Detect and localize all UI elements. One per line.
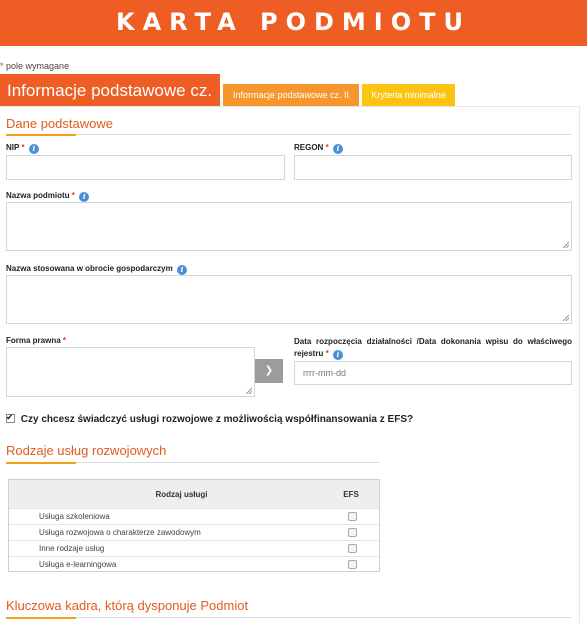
regon-label: REGON * i bbox=[294, 143, 343, 154]
regon-label-text: REGON bbox=[294, 143, 324, 152]
regon-input[interactable] bbox=[294, 155, 572, 180]
required-note-text: pole wymagane bbox=[6, 61, 70, 71]
info-icon[interactable]: i bbox=[332, 350, 343, 360]
info-icon[interactable]: i bbox=[28, 144, 39, 154]
trade-name-textarea[interactable] bbox=[6, 275, 572, 324]
section-title-staff: Kluczowa kadra, którą dysponuje Podmiot bbox=[6, 598, 249, 613]
section-title-basic: Dane podstawowe bbox=[6, 116, 113, 131]
table-row: Inne rodzaje usług bbox=[9, 540, 379, 556]
name-label-text: Nazwa podmiotu bbox=[6, 191, 70, 200]
section-title-services: Rodzaje usług rozwojowych bbox=[6, 443, 167, 458]
column-header-efs: EFS bbox=[343, 490, 359, 499]
section-divider bbox=[6, 134, 572, 136]
trade-name-label-text: Nazwa stosowana w obrocie gospodarczym bbox=[6, 264, 173, 273]
efs-row-checkbox[interactable] bbox=[348, 544, 357, 553]
required-star: * bbox=[325, 349, 329, 358]
required-note: * pole wymagane bbox=[0, 61, 69, 71]
tab-basic-info-1[interactable]: Informacje podstawowe cz. I bbox=[0, 74, 220, 134]
legal-form-label-text: Forma prawna bbox=[6, 336, 61, 345]
legal-form-select[interactable] bbox=[6, 347, 255, 397]
table-row: Usługa rozwojowa o charakterze zawodowym bbox=[9, 524, 379, 540]
nip-input[interactable] bbox=[6, 155, 285, 180]
table-row: Usługa szkoleniowa bbox=[9, 508, 379, 524]
tab-minimum-criteria[interactable]: Kryteria minimalne bbox=[362, 84, 455, 106]
name-textarea[interactable] bbox=[6, 202, 572, 251]
table-header: Rodzaj usługi EFS bbox=[9, 480, 379, 508]
info-icon[interactable]: i bbox=[176, 265, 187, 275]
required-star: * bbox=[62, 336, 67, 345]
service-name: Usługa szkoleniowa bbox=[39, 512, 110, 521]
name-label: Nazwa podmiotu * i bbox=[6, 191, 90, 202]
section-divider bbox=[6, 617, 572, 619]
efs-checkbox-label: Czy chcesz świadczyć usługi rozwojowe z … bbox=[20, 414, 414, 425]
service-name: Usługa e-learningowa bbox=[39, 560, 117, 569]
tab-basic-info-2[interactable]: Informacje podstawowe cz. II bbox=[223, 84, 359, 106]
legal-form-label: Forma prawna * bbox=[6, 336, 66, 345]
efs-checkbox-row[interactable]: Czy chcesz świadczyć usługi rozwojowe z … bbox=[6, 412, 414, 425]
trade-name-label: Nazwa stosowana w obrocie gospodarczym i bbox=[6, 264, 187, 275]
service-name: Usługa rozwojowa o charakterze zawodowym bbox=[39, 528, 201, 537]
service-name: Inne rodzaje usług bbox=[39, 544, 105, 553]
page-header: KARTA PODMIOTU bbox=[0, 0, 587, 46]
info-icon[interactable]: i bbox=[332, 144, 343, 154]
start-date-label: Data rozpoczęcia działalności /Data doko… bbox=[294, 336, 572, 360]
column-header-service: Rodzaj usługi bbox=[155, 490, 208, 499]
required-star: * bbox=[325, 143, 329, 152]
efs-row-checkbox[interactable] bbox=[348, 528, 357, 537]
required-star: * bbox=[71, 191, 75, 200]
efs-row-checkbox[interactable] bbox=[348, 512, 357, 521]
page-title: KARTA PODMIOTU bbox=[116, 8, 471, 36]
services-table: Rodzaj usługi EFS Usługa szkoleniowa Usł… bbox=[8, 479, 380, 572]
chevron-down-icon[interactable]: ❯ bbox=[255, 359, 283, 383]
efs-row-checkbox[interactable] bbox=[348, 560, 357, 569]
nip-label-text: NIP bbox=[6, 143, 20, 152]
section-divider bbox=[6, 462, 380, 464]
required-star: * bbox=[21, 143, 25, 152]
start-date-input[interactable]: rrrr-mm-dd bbox=[294, 361, 572, 385]
nip-label: NIP * i bbox=[6, 143, 39, 154]
required-star: * bbox=[0, 61, 4, 71]
info-icon[interactable]: i bbox=[79, 192, 90, 202]
efs-checkbox[interactable] bbox=[6, 412, 15, 423]
table-row: Usługa e-learningowa bbox=[9, 556, 379, 572]
